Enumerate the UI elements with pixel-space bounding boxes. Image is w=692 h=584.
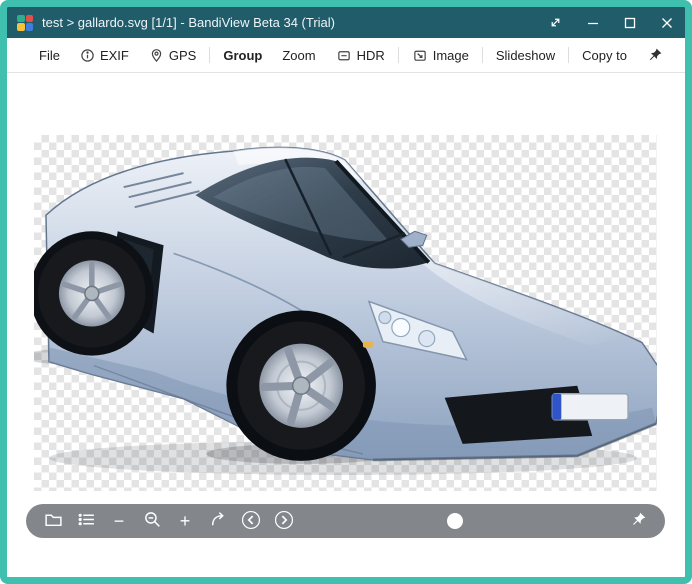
rear-wheel	[37, 239, 146, 348]
rotate-icon	[209, 510, 228, 532]
viewer-content: − +	[7, 73, 685, 577]
gps-pin-icon	[149, 48, 164, 63]
bandiview-window: test > gallardo.svg [1/1] - BandiView Be…	[0, 0, 692, 584]
window-controls	[537, 7, 685, 38]
image-canvas[interactable]	[34, 135, 657, 491]
pin-icon	[630, 511, 647, 531]
menu-copy-to[interactable]: Copy to	[572, 42, 637, 69]
close-icon	[660, 16, 674, 30]
minus-icon: −	[113, 511, 125, 531]
maximize-icon	[623, 16, 637, 30]
image-icon	[412, 48, 428, 63]
bottombar-pin-button[interactable]	[623, 506, 653, 536]
toolbar-separator	[397, 47, 399, 63]
minimize-icon	[586, 16, 600, 30]
menu-image[interactable]: Image	[402, 42, 479, 69]
fullscreen-button[interactable]	[537, 7, 574, 38]
menu-hdr[interactable]: HDR	[326, 42, 395, 69]
toolbar-pin-button[interactable]	[637, 41, 673, 69]
front-wheel	[237, 321, 365, 450]
menu-image-label: Image	[432, 47, 469, 63]
menu-copy-to-label: Copy to	[582, 47, 627, 63]
zoom-slider-knob[interactable]	[447, 513, 464, 529]
menu-gps[interactable]: GPS	[139, 42, 206, 69]
menu-slideshow[interactable]: Slideshow	[486, 42, 565, 69]
menu-exif[interactable]: EXIF	[70, 42, 139, 69]
rotate-button[interactable]	[203, 506, 233, 536]
window-title: test > gallardo.svg [1/1] - BandiView Be…	[42, 15, 336, 30]
zoom-in-button[interactable]: +	[170, 506, 200, 536]
maximize-button[interactable]	[611, 7, 648, 38]
car-image	[34, 146, 657, 475]
bottom-toolbar: − +	[26, 504, 665, 538]
pin-icon	[647, 47, 663, 63]
previous-image-button[interactable]	[236, 506, 266, 536]
zoom-lens-button[interactable]	[137, 506, 167, 536]
titlebar[interactable]: test > gallardo.svg [1/1] - BandiView Be…	[7, 7, 685, 38]
chevron-right-icon	[274, 510, 294, 533]
fullscreen-icon	[548, 15, 563, 30]
menu-zoom[interactable]: Zoom	[272, 42, 325, 69]
toolbar-separator	[568, 47, 570, 63]
toolbar-separator	[481, 47, 483, 63]
info-icon	[80, 48, 95, 63]
next-image-button[interactable]	[269, 506, 299, 536]
main-toolbar: File EXIF GPS Group Zoom HDR Image Slide…	[7, 38, 685, 73]
toolbar-separator	[209, 47, 211, 63]
bandiview-logo-icon	[17, 14, 33, 31]
menu-group-label: Group	[223, 47, 263, 63]
menu-zoom-label: Zoom	[282, 47, 316, 63]
menu-file-label: File	[39, 47, 60, 63]
open-folder-button[interactable]	[38, 506, 68, 536]
menu-slideshow-label: Slideshow	[495, 47, 556, 63]
chevron-left-icon	[241, 510, 261, 533]
file-list-button[interactable]	[71, 506, 101, 536]
folder-icon	[44, 510, 63, 532]
image-position-slider[interactable]	[312, 506, 610, 536]
minimize-button[interactable]	[574, 7, 611, 38]
magnifier-minus-icon	[143, 510, 162, 532]
menu-exif-label: EXIF	[99, 47, 129, 63]
menu-gps-label: GPS	[168, 47, 197, 63]
list-icon	[77, 510, 96, 532]
menu-file[interactable]: File	[29, 42, 70, 69]
close-button[interactable]	[648, 7, 685, 38]
menu-group[interactable]: Group	[213, 42, 272, 69]
zoom-out-button[interactable]: −	[104, 506, 134, 536]
menu-hdr-label: HDR	[356, 47, 385, 63]
plus-icon: +	[179, 511, 191, 531]
hdr-box-icon	[336, 48, 352, 63]
